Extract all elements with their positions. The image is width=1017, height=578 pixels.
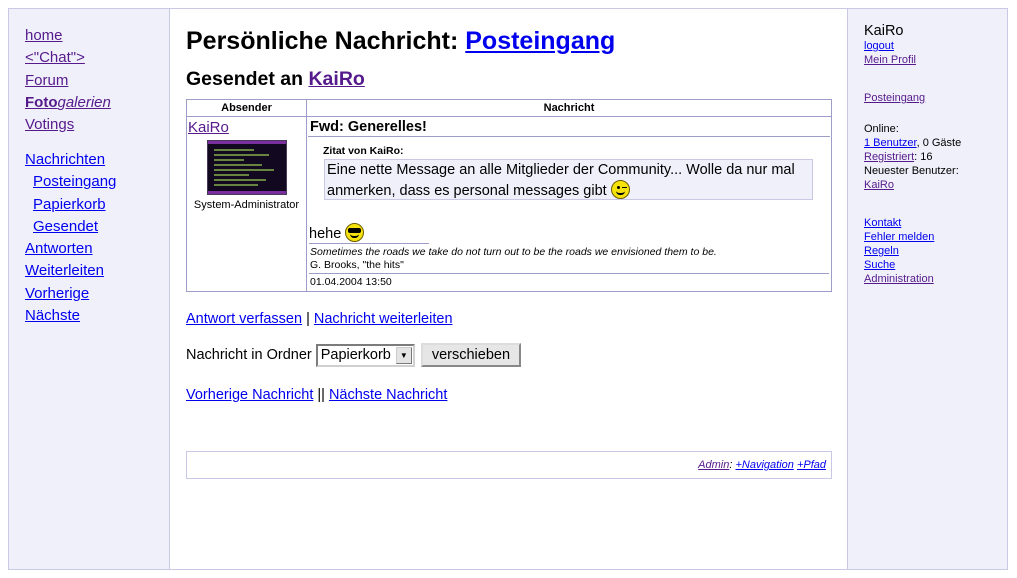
forward-link[interactable]: Nachricht weiterleiten (314, 311, 453, 327)
quote-title: Zitat von KaiRo: (323, 145, 404, 157)
title-posteingang-link[interactable]: Posteingang (465, 27, 615, 55)
nav-weiterleiten-link[interactable]: Weiterleiten (25, 260, 169, 282)
quote-text: Eine nette Message an alle Mitglieder de… (327, 162, 795, 199)
subtitle-recipient-link[interactable]: KaiRo (308, 68, 364, 90)
sunglasses-smiley-icon (345, 223, 365, 242)
nav-chat-link[interactable]: <"Chat"> (25, 47, 169, 69)
nav-naechste-link[interactable]: Nächste (25, 305, 169, 327)
nav-nachrichten-link[interactable]: Nachrichten (25, 149, 169, 171)
move-button[interactable]: verschieben (420, 343, 522, 367)
admin-footer-bar: Admin: +Navigation +Pfad (186, 451, 832, 479)
signature-author: G. Brooks, "the hits" (310, 259, 404, 271)
next-message-link[interactable]: Nächste Nachricht (329, 387, 447, 403)
folder-select-value: Papierkorb (320, 347, 391, 363)
nav-posteingang-link[interactable]: Posteingang (25, 171, 169, 193)
signature-divider (309, 243, 429, 244)
chevron-down-icon[interactable]: ▼ (395, 346, 412, 364)
nav-papierkorb-link[interactable]: Papierkorb (25, 194, 169, 216)
path-toggle-link[interactable]: +Pfad (797, 459, 826, 471)
wink-smiley-icon (610, 180, 630, 199)
newest-user-link[interactable]: KaiRo (864, 178, 1007, 192)
message-table: Absender Nachricht KaiRo System-Administ… (186, 99, 832, 292)
sender-role: System-Administrator (193, 199, 300, 211)
nav-vorherige-link[interactable]: Vorherige (25, 283, 169, 305)
actions-separator: | (302, 311, 314, 327)
nav-home-link[interactable]: home (25, 25, 169, 47)
page-title-prefix: Persönliche Nachricht: (186, 27, 466, 55)
profile-link[interactable]: Mein Profil (864, 53, 1007, 67)
nav-fotogalerien-link[interactable]: Fotogalerien (25, 92, 169, 114)
nav-gesendet-link[interactable]: Gesendet (25, 216, 169, 238)
navigation-toggle-link[interactable]: +Navigation (735, 459, 793, 471)
folder-select[interactable]: Papierkorb ▼ (315, 343, 415, 367)
current-username: KaiRo (864, 23, 904, 39)
page-title: Persönliche Nachricht: Posteingang (186, 26, 831, 56)
registered-link[interactable]: Registriert (864, 151, 914, 163)
avatar (206, 140, 287, 195)
registered-status: Registriert: 16 (864, 150, 1007, 164)
newest-user-label: Neuester Benutzer: (864, 165, 959, 177)
signature-quote: Sometimes the roads we take do not turn … (310, 246, 717, 258)
message-navigation: Vorherige Nachricht || Nächste Nachricht (186, 387, 831, 403)
admin-link[interactable]: Admin (698, 459, 729, 471)
message-nav-separator: || (313, 387, 329, 403)
left-sidebar: home <"Chat"> Forum Fotogalerien Votings… (9, 9, 170, 569)
message-actions: Antwort verfassen | Nachricht weiterleit… (186, 311, 831, 327)
logout-link[interactable]: logout (864, 39, 1007, 53)
online-users-link[interactable]: 1 Benutzer (864, 137, 917, 149)
page-subtitle: Gesendet an KaiRo (186, 67, 831, 91)
nav-foto-bold-text: Foto (25, 93, 58, 111)
message-table-header-row: Absender Nachricht (186, 99, 832, 117)
nav-galerien-italic-text: galerien (57, 93, 111, 111)
column-header-message: Nachricht (306, 99, 832, 117)
message-cell: Fwd: Generelles! Zitat von KaiRo: Eine n… (306, 116, 832, 292)
rules-link[interactable]: Regeln (864, 244, 1007, 258)
column-header-sender: Absender (186, 99, 307, 117)
search-link[interactable]: Suche (864, 258, 1007, 272)
nav-votings-link[interactable]: Votings (25, 114, 169, 136)
sender-cell: KaiRo System-Administrator (186, 116, 307, 292)
message-body: hehe (309, 223, 831, 243)
move-label: Nachricht in Ordner (186, 347, 312, 363)
reply-link[interactable]: Antwort verfassen (186, 311, 302, 327)
administration-link[interactable]: Administration (864, 272, 1007, 286)
nav-forum-link[interactable]: Forum (25, 70, 169, 92)
kontakt-link[interactable]: Kontakt (864, 216, 1007, 230)
inbox-link[interactable]: Posteingang (864, 91, 1007, 105)
main-content: Persönliche Nachricht: Posteingang Gesen… (170, 9, 847, 569)
right-sidebar: KaiRo logout Mein Profil Posteingang Onl… (847, 9, 1007, 569)
nav-antworten-link[interactable]: Antworten (25, 238, 169, 260)
previous-message-link[interactable]: Vorherige Nachricht (186, 387, 313, 403)
message-body-text: hehe (309, 226, 342, 242)
registered-count: : 16 (914, 151, 933, 163)
message-date: 01.04.2004 13:50 (309, 273, 829, 291)
move-to-folder-row: Nachricht in Ordner Papierkorb ▼ verschi… (186, 343, 831, 367)
online-status: 1 Benutzer, 0 Gäste (864, 136, 1007, 150)
page-frame: home <"Chat"> Forum Fotogalerien Votings… (8, 8, 1008, 570)
report-bug-link[interactable]: Fehler melden (864, 230, 1007, 244)
message-row: KaiRo System-Administrator Fwd: Generell… (186, 116, 832, 292)
quote-box: Eine nette Message an alle Mitglieder de… (324, 159, 813, 200)
online-guests-text: , 0 Gäste (916, 137, 962, 149)
online-label: Online: (864, 123, 899, 135)
page-subtitle-prefix: Gesendet an (186, 68, 309, 90)
message-subject: Fwd: Generelles! (308, 117, 830, 137)
sender-name-link[interactable]: KaiRo (187, 119, 306, 137)
